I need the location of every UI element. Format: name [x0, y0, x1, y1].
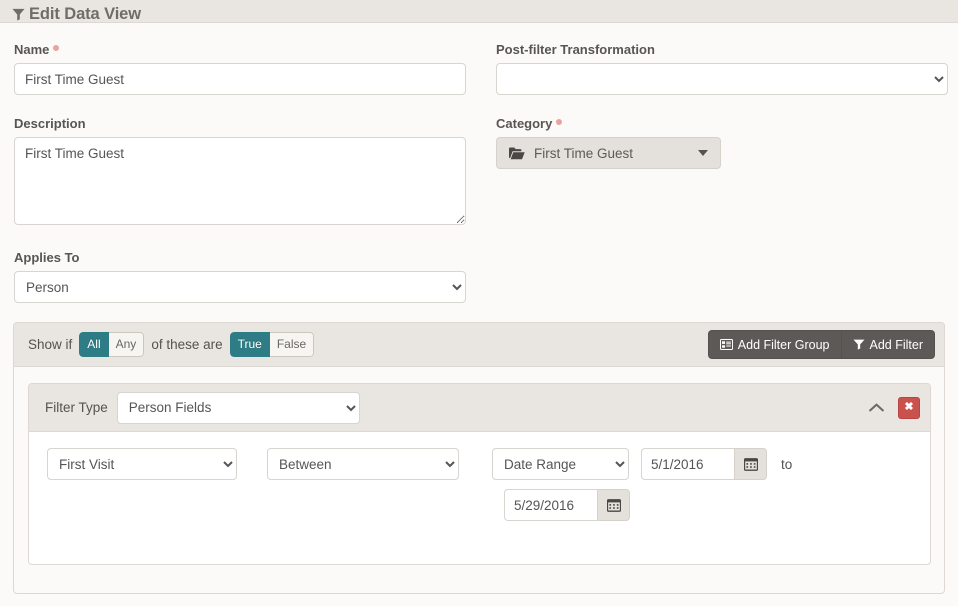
filter-criteria-row: First Visit Between Date Range: [47, 448, 930, 480]
caret-down-icon: [688, 150, 708, 156]
list-alt-icon: [720, 339, 733, 350]
show-if-prefix-label: Show if: [28, 337, 72, 352]
applies-to-label-text: Applies To: [14, 250, 79, 265]
filter-group-header: Filter Type Person Fields ✖: [29, 384, 930, 432]
applies-to-label: Applies To: [14, 250, 466, 266]
calendar-icon: [607, 498, 621, 512]
edit-data-view-page: Edit Data View Name Post-filter Transfor…: [0, 0, 958, 606]
filter-panel-header: Show if All Any of these are True False: [14, 323, 944, 367]
funnel-icon: [853, 339, 865, 350]
criteria-date-type-select[interactable]: Date Range: [492, 448, 629, 480]
post-filter-transformation-select[interactable]: [496, 63, 948, 95]
folder-open-icon: [509, 147, 525, 160]
show-if-controls: Show if All Any of these are True False: [28, 332, 314, 357]
filter-group-body: First Visit Between Date Range: [29, 432, 930, 521]
name-label: Name: [14, 42, 466, 58]
match-any-button[interactable]: Any: [109, 332, 145, 357]
add-filter-group-label: Add Filter Group: [738, 338, 830, 352]
match-type-toggle-group: All Any: [79, 332, 144, 357]
name-label-text: Name: [14, 42, 49, 57]
description-field-group: Description First Time Guest: [14, 116, 466, 225]
description-label-text: Description: [14, 116, 86, 131]
truth-false-button[interactable]: False: [270, 332, 314, 357]
calendar-icon: [744, 457, 758, 471]
category-picker-button[interactable]: First Time Guest: [496, 137, 721, 169]
post-filter-transformation-label: Post-filter Transformation: [496, 42, 948, 58]
page-title-text: Edit Data View: [29, 5, 141, 24]
required-indicator: [53, 45, 59, 51]
applies-to-field-group: Applies To Person: [14, 250, 466, 303]
start-date-calendar-button[interactable]: [734, 448, 767, 480]
description-label: Description: [14, 116, 466, 132]
criteria-field-select[interactable]: First Visit: [47, 448, 237, 480]
criteria-operator-select[interactable]: Between: [267, 448, 459, 480]
category-label-text: Category: [496, 116, 552, 131]
category-value: First Time Guest: [534, 146, 633, 161]
filter-type-select[interactable]: Person Fields: [117, 392, 360, 424]
post-filter-transformation-group: Post-filter Transformation: [496, 42, 948, 95]
post-filter-transformation-label-text: Post-filter Transformation: [496, 42, 655, 57]
match-all-button[interactable]: All: [79, 332, 108, 357]
add-filter-button[interactable]: Add Filter: [842, 330, 936, 359]
applies-to-select[interactable]: Person: [14, 271, 466, 303]
name-input[interactable]: [14, 63, 466, 95]
category-field-group: Category First Time Guest: [496, 116, 948, 169]
filter-group: Filter Type Person Fields ✖ First Visi: [28, 383, 931, 565]
show-if-suffix-label: of these are: [151, 337, 222, 352]
end-date-input-group: [504, 489, 630, 521]
funnel-icon: [12, 8, 25, 21]
panel-header: Edit Data View: [0, 0, 958, 23]
filter-criteria-row-second: [504, 489, 930, 521]
chevron-up-icon[interactable]: [865, 401, 888, 414]
page-title: Edit Data View: [12, 5, 141, 24]
truth-true-button[interactable]: True: [230, 332, 270, 357]
delete-filter-group-button[interactable]: ✖: [898, 397, 920, 419]
description-textarea[interactable]: First Time Guest: [14, 137, 466, 225]
end-date-calendar-button[interactable]: [597, 489, 630, 521]
filter-panel-actions: Add Filter Group Add Filter: [708, 330, 935, 359]
filter-panel: Show if All Any of these are True False: [13, 322, 945, 594]
end-date-input[interactable]: [504, 489, 597, 521]
add-filter-label: Add Filter: [870, 338, 924, 352]
required-indicator: [556, 119, 562, 125]
add-filter-group-button[interactable]: Add Filter Group: [708, 330, 842, 359]
start-date-input[interactable]: [641, 448, 734, 480]
truth-toggle-group: True False: [230, 332, 315, 357]
name-field-group: Name: [14, 42, 466, 95]
close-x-icon: ✖: [904, 402, 913, 413]
category-label: Category: [496, 116, 948, 132]
date-range-separator-label: to: [781, 457, 792, 472]
filter-group-actions: ✖: [865, 397, 920, 419]
filter-type-label: Filter Type: [45, 400, 108, 415]
start-date-input-group: [641, 448, 767, 480]
